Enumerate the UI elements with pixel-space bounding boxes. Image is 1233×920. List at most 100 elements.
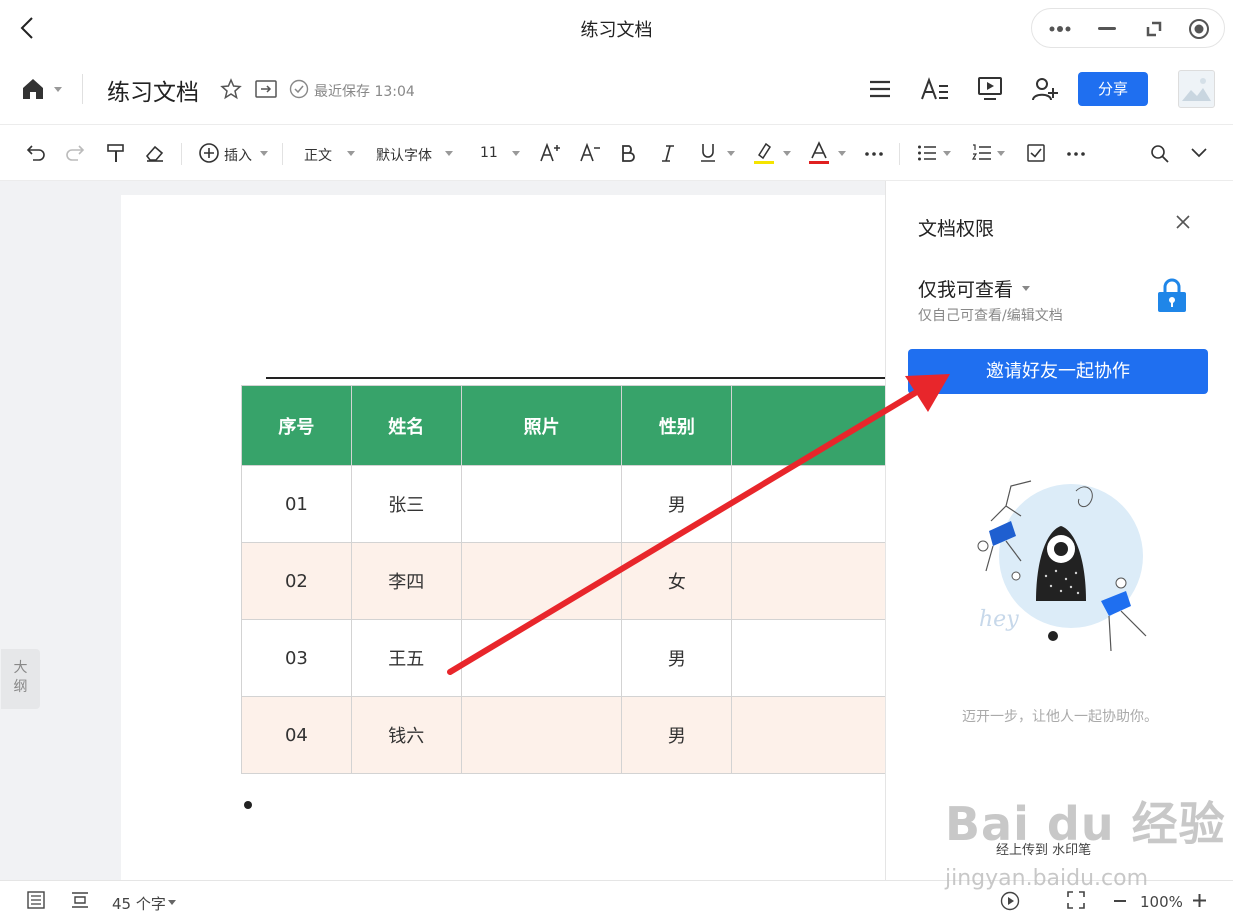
add-user-icon[interactable]	[1031, 76, 1059, 102]
star-icon[interactable]	[220, 78, 242, 100]
column-header[interactable]: 序号	[241, 385, 352, 466]
chevron-down-icon[interactable]	[168, 900, 176, 905]
minimize-icon[interactable]	[1098, 27, 1116, 31]
table-cell[interactable]: 自由	[731, 619, 886, 697]
table-cell[interactable]: 男	[621, 619, 733, 697]
table-cell[interactable]: 女	[621, 542, 733, 620]
chevron-down-icon[interactable]	[260, 151, 268, 156]
move-icon[interactable]	[255, 79, 277, 99]
fullscreen-icon[interactable]	[1067, 891, 1085, 909]
column-header[interactable]: 性别	[621, 385, 733, 466]
search-icon[interactable]	[1150, 144, 1170, 164]
restore-icon[interactable]	[1144, 19, 1164, 39]
table-cell[interactable]: 04	[241, 696, 352, 774]
document-page[interactable]: 序号 姓名 照片 性别 工作 01 张三 男 自由 02 李四	[121, 195, 886, 880]
data-table[interactable]: 序号 姓名 照片 性别 工作 01 张三 男 自由 02 李四	[241, 385, 886, 774]
table-cell[interactable]	[460, 696, 623, 774]
document-canvas: 序号 姓名 照片 性别 工作 01 张三 男 自由 02 李四	[0, 181, 886, 880]
chevron-down-icon[interactable]	[783, 151, 791, 156]
chevron-down-icon[interactable]	[1022, 286, 1030, 291]
baidu-watermark: Bai du 经验	[945, 797, 1226, 851]
outline-tab[interactable]: 大 纲	[1, 649, 40, 709]
table-cell[interactable]: 01	[241, 465, 352, 543]
table-cell[interactable]: 钱六	[350, 696, 462, 774]
zoom-in-icon[interactable]	[1193, 894, 1206, 907]
table-cell[interactable]: 03	[241, 619, 352, 697]
font-decrease-icon[interactable]	[580, 142, 602, 162]
font-increase-icon[interactable]	[540, 142, 562, 162]
insert-button[interactable]: 插入	[224, 145, 252, 165]
permission-description: 仅自己可查看/编辑文档	[918, 308, 1063, 324]
menu-icon[interactable]	[868, 79, 892, 99]
horizontal-rule	[266, 377, 886, 379]
table-cell[interactable]: 自由	[731, 465, 886, 543]
column-header[interactable]: 照片	[460, 385, 623, 466]
undo-icon[interactable]	[26, 144, 46, 162]
underline-icon[interactable]	[700, 143, 716, 163]
invite-collaborate-button[interactable]: 邀请好友一起协作	[908, 349, 1208, 394]
home-icon[interactable]	[21, 77, 45, 101]
present-icon[interactable]	[977, 76, 1003, 102]
play-icon[interactable]	[1000, 891, 1020, 911]
divider	[282, 143, 283, 165]
chevron-down-icon[interactable]	[512, 151, 520, 156]
share-button[interactable]: 分享	[1078, 72, 1148, 106]
chevron-down-icon[interactable]	[445, 151, 453, 156]
outline-toggle-icon[interactable]	[27, 891, 45, 909]
home-dropdown-icon[interactable]	[54, 87, 62, 92]
chevron-down-icon[interactable]	[838, 151, 846, 156]
font-size-select[interactable]: 11	[480, 145, 498, 161]
highlight-icon[interactable]	[754, 141, 774, 165]
panel-title: 文档权限	[918, 218, 995, 240]
table-cell[interactable]: 男	[621, 696, 733, 774]
table-cell[interactable]	[460, 619, 623, 697]
text-format-icon[interactable]	[920, 77, 950, 101]
bullet-list-icon[interactable]	[917, 144, 937, 162]
permission-level-select[interactable]: 仅我可查看	[918, 275, 1013, 302]
chevron-down-icon[interactable]	[347, 151, 355, 156]
more-format-icon[interactable]	[864, 151, 884, 157]
svg-text:hey: hey	[979, 607, 1019, 632]
format-painter-icon[interactable]	[106, 143, 126, 163]
title-bar: 练习文档	[0, 0, 1233, 56]
italic-icon[interactable]	[661, 144, 675, 162]
checklist-icon[interactable]	[1027, 144, 1045, 162]
column-header[interactable]: 姓名	[350, 385, 462, 466]
table-cell[interactable]: 02	[241, 542, 352, 620]
chevron-down-icon[interactable]	[727, 151, 735, 156]
table-cell[interactable]: 自由	[731, 696, 886, 774]
chevron-down-icon[interactable]	[1190, 147, 1208, 159]
doc-title[interactable]: 练习文档	[107, 73, 199, 107]
bullet-point	[244, 801, 252, 809]
lock-icon	[1157, 277, 1187, 313]
close-icon[interactable]	[1175, 214, 1191, 230]
bold-icon[interactable]	[621, 144, 635, 162]
record-icon[interactable]	[1188, 18, 1210, 40]
table-cell[interactable]: 李四	[350, 542, 462, 620]
cover-thumbnail[interactable]	[1178, 70, 1215, 108]
eraser-icon[interactable]	[145, 144, 165, 162]
redo-icon[interactable]	[65, 144, 85, 162]
table-row: 02 李四 女 自由	[241, 542, 886, 620]
collaboration-hint: 迈开一步，让他人一起协助你。	[962, 709, 1158, 725]
table-cell[interactable]: 张三	[350, 465, 462, 543]
more-icon[interactable]	[1066, 151, 1086, 157]
table-cell[interactable]	[460, 465, 623, 543]
page-view-icon[interactable]	[71, 891, 89, 909]
table-cell[interactable]: 自由	[731, 542, 886, 620]
zoom-level[interactable]: 100%	[1140, 893, 1183, 911]
column-header[interactable]: 工作	[731, 385, 886, 466]
table-cell[interactable]: 男	[621, 465, 733, 543]
table-cell[interactable]: 王五	[350, 619, 462, 697]
chevron-down-icon[interactable]	[943, 151, 951, 156]
font-family-select[interactable]: 默认字体	[376, 145, 432, 165]
paragraph-style-select[interactable]: 正文	[304, 145, 332, 165]
insert-plus-icon[interactable]	[198, 142, 220, 164]
word-count[interactable]: 45 个字	[112, 893, 166, 914]
more-icon[interactable]	[1048, 22, 1074, 36]
chevron-down-icon[interactable]	[997, 151, 1005, 156]
zoom-out-icon[interactable]	[1114, 900, 1126, 902]
table-cell[interactable]	[460, 542, 623, 620]
font-color-icon[interactable]	[809, 141, 829, 165]
numbered-list-icon[interactable]	[972, 144, 992, 162]
